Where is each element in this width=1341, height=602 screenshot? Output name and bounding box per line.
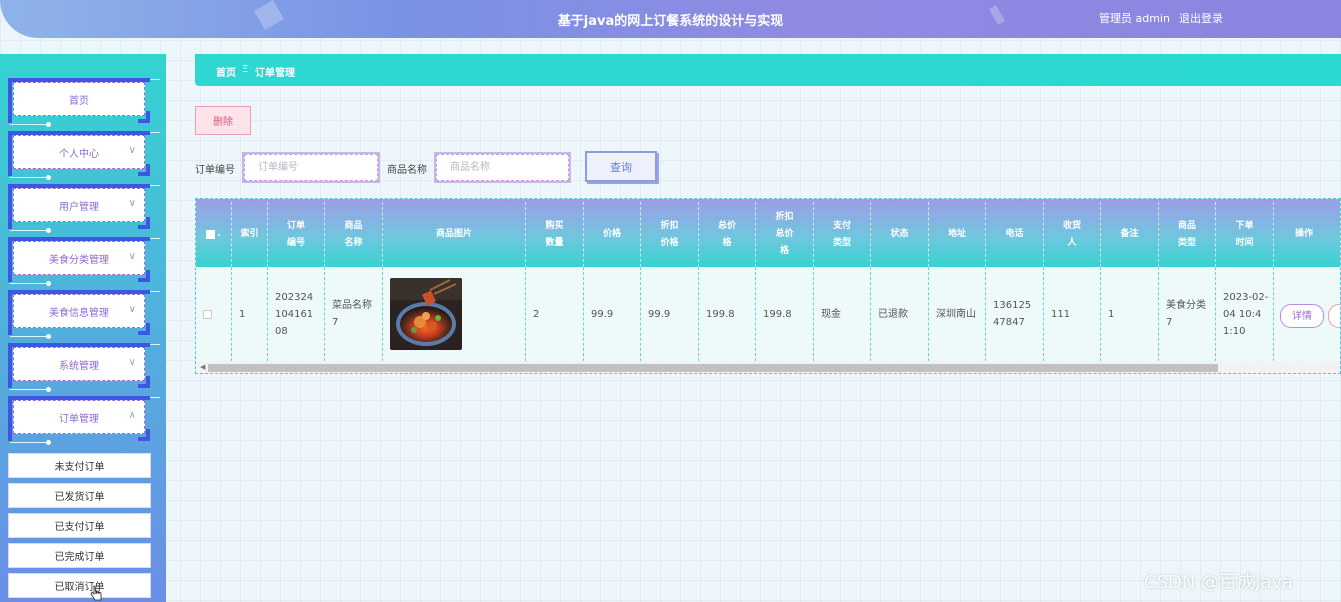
table-row: 1 20232410416108 菜品名称7 2 99.9 99.9 199.8…: [196, 267, 1340, 361]
sidebar-item-label: 用户管理: [59, 201, 99, 213]
scroll-left-icon[interactable]: ◀: [200, 362, 205, 373]
orders-table: . 索引 订单编号 商品名称 商品图片 购买数量 价格 折扣价格 总价格 折扣总…: [195, 198, 1341, 374]
sidebar-item-label: 首页: [13, 82, 145, 116]
column-header: 商品名称: [325, 202, 383, 267]
sidebar-item-system[interactable]: 系统管理 ∨: [8, 343, 160, 392]
sidebar-item-home[interactable]: 首页: [8, 78, 160, 127]
logout-link[interactable]: 退出登录: [1179, 10, 1223, 26]
hand-cursor-icon: [90, 585, 102, 601]
chevron-down-icon: ∨: [128, 198, 136, 209]
search-button[interactable]: 查询: [585, 151, 657, 182]
column-header: 电话: [986, 202, 1044, 267]
cell-address: 深圳南山: [929, 267, 986, 361]
sidebar-item-label: 订单管理: [59, 413, 99, 425]
horizontal-scrollbar[interactable]: ◀: [196, 362, 1340, 373]
watermark: CSDN @百成Java: [1144, 572, 1294, 593]
row-checkbox[interactable]: [203, 309, 212, 319]
sidebar-item-personal-center[interactable]: 个人中心 ∨: [8, 131, 160, 180]
cell-discount-total: 199.8: [756, 267, 814, 361]
column-header: 地址: [929, 202, 986, 267]
sidebar-item-user-management[interactable]: 用户管理 ∨: [8, 184, 160, 233]
table-header: . 索引 订单编号 商品名称 商品图片 购买数量 价格 折扣价格 总价格 折扣总…: [196, 199, 1340, 267]
cell-pay-type: 现金: [814, 267, 871, 361]
delete-button[interactable]: 删除: [195, 106, 251, 135]
column-header: 索引: [232, 202, 268, 267]
detail-button[interactable]: 详情: [1280, 304, 1324, 328]
cell-phone: 13612547847: [986, 267, 1044, 361]
submenu-cancelled-orders[interactable]: 已取消订单: [8, 573, 151, 598]
user-label: 管理员 admin: [1099, 12, 1170, 25]
chevron-down-icon: ∨: [128, 304, 136, 315]
product-name-field-wrap: [434, 152, 571, 183]
column-header: 商品类型: [1159, 202, 1216, 267]
column-header: 支付类型: [814, 202, 871, 267]
top-header: 基于java的网上订餐系统的设计与实现 管理员 admin 退出登录: [0, 0, 1341, 38]
sidebar-item-food-category[interactable]: 美食分类管理 ∨: [8, 237, 160, 286]
column-header: 折扣总价格: [756, 202, 814, 267]
column-header: 商品图片: [383, 202, 526, 267]
cell-actions: 详情: [1274, 267, 1340, 361]
breadcrumb-current: 订单管理: [255, 68, 295, 79]
cell-status: 已退款: [871, 267, 929, 361]
select-all-cell: .: [196, 202, 232, 267]
column-header: 折扣价格: [641, 202, 699, 267]
cell-quantity: 2: [526, 267, 584, 361]
column-header: 备注: [1101, 202, 1159, 267]
submenu-unpaid-orders[interactable]: 未支付订单: [8, 453, 151, 478]
breadcrumb-home[interactable]: 首页: [216, 64, 236, 79]
food-image: [390, 278, 462, 350]
sidebar-item-orders[interactable]: 订单管理 ∧: [8, 396, 160, 445]
column-header: 状态: [871, 202, 929, 267]
column-header: 收货人: [1044, 202, 1101, 267]
breadcrumb-separator: Ξ: [242, 64, 249, 75]
cell-receiver: 111: [1044, 267, 1101, 361]
cell-product-type: 美食分类7: [1159, 267, 1216, 361]
column-header: 下单时间: [1216, 202, 1274, 267]
order-no-field-wrap: [242, 152, 380, 183]
column-header: 购买数量: [526, 202, 584, 267]
sidebar-item-label: 系统管理: [59, 360, 99, 372]
submenu-paid-orders[interactable]: 已支付订单: [8, 513, 151, 538]
column-header: 订单编号: [268, 202, 325, 267]
breadcrumb: 首页 Ξ 订单管理: [195, 54, 1341, 86]
cell-product-name: 菜品名称7: [325, 267, 383, 361]
submenu-completed-orders[interactable]: 已完成订单: [8, 543, 151, 568]
cell-order-time: 2023-02-04 10:41:10: [1216, 267, 1274, 361]
product-name-input[interactable]: [436, 154, 569, 181]
cell-total: 199.8: [699, 267, 756, 361]
chevron-down-icon: ∨: [128, 145, 136, 156]
sidebar-item-label: 美食信息管理: [49, 307, 109, 319]
chevron-down-icon: ∨: [128, 251, 136, 262]
cell-discount-price: 99.9: [641, 267, 699, 361]
submenu-shipped-orders[interactable]: 已发货订单: [8, 483, 151, 508]
column-header: 总价格: [699, 202, 756, 267]
cell-price: 99.9: [584, 267, 641, 361]
sidebar-item-food-info[interactable]: 美食信息管理 ∨: [8, 290, 160, 339]
order-no-label: 订单编号: [195, 165, 235, 176]
cell-product-image: [383, 267, 526, 361]
column-header: 价格: [584, 202, 641, 267]
cell-order-no: 20232410416108: [268, 267, 325, 361]
cell-index: 1: [232, 267, 268, 361]
select-all-checkbox[interactable]: [206, 230, 216, 239]
sidebar-item-label: 美食分类管理: [49, 254, 109, 266]
scrollbar-thumb[interactable]: [208, 364, 1218, 372]
chevron-up-icon: ∧: [128, 410, 136, 421]
sidebar-item-label: 个人中心: [59, 148, 99, 160]
product-name-label: 商品名称: [387, 165, 427, 176]
chevron-down-icon: ∨: [128, 357, 136, 368]
column-header: 操作: [1294, 229, 1313, 239]
cell-note: 1: [1101, 267, 1159, 361]
order-no-input[interactable]: [244, 154, 378, 181]
action-button[interactable]: [1328, 304, 1340, 328]
row-select-cell: [196, 267, 232, 361]
